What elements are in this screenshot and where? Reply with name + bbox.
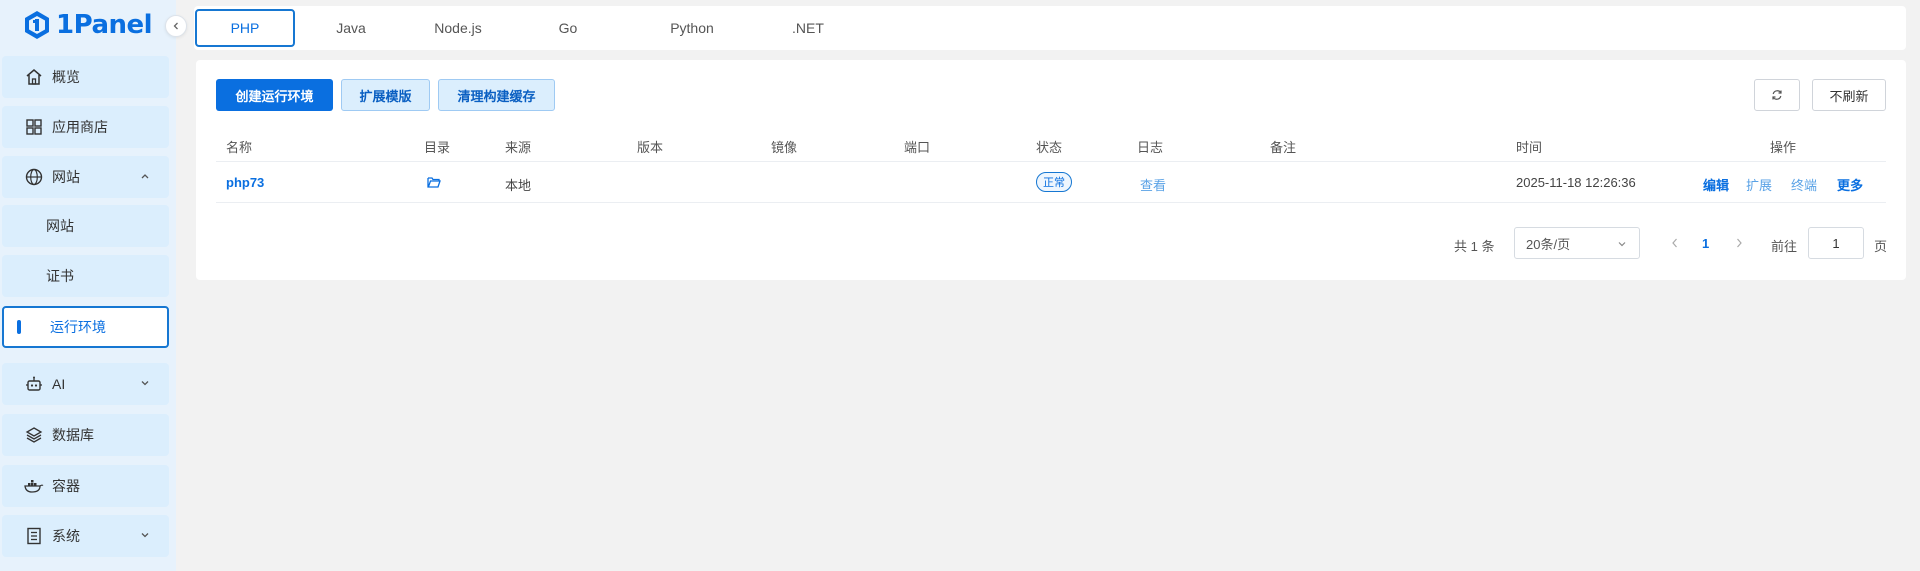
runtime-card: 创建运行环境 扩展模版 清理构建缓存 不刷新 名称 目录 来源 版本 镜像 端口… [196,60,1906,280]
sidebar-item-appstore[interactable]: 应用商店 [2,106,169,148]
runtime-tabs: PHP Java Node.js Go Python .NET [194,6,1906,50]
tab-label: Node.js [434,20,482,36]
total-suffix: 条 [1481,239,1495,254]
status-badge: 正常 [1036,172,1072,192]
logo-text: 1Panel [56,10,153,40]
chevron-down-icon [141,381,149,386]
sidebar-subitem-runtime[interactable]: 运行环境 [2,306,169,348]
auto-refresh-select[interactable]: 不刷新 [1812,79,1886,111]
chevron-down-icon [1618,242,1626,247]
system-icon [24,526,44,546]
runtime-source: 本地 [505,178,532,193]
sidebar-item-label: AI [52,376,66,392]
tab-dotnet[interactable]: .NET [768,9,848,47]
page-size-select[interactable]: 20条/页 [1514,227,1640,259]
col-name: 名称 [226,140,253,155]
sidebar-item-label: 系统 [52,528,80,544]
sidebar-item-container[interactable]: 容器 [2,465,169,507]
chevron-left-icon [173,22,178,30]
total-value: 1 [1470,239,1478,254]
col-directory: 目录 [424,140,451,155]
chevron-down-icon [141,533,149,538]
tab-nodejs[interactable]: Node.js [410,9,506,47]
prev-page-button[interactable] [1670,237,1680,269]
grid-icon [24,117,44,137]
goto-label: 前往 [1771,239,1798,254]
total-prefix: 共 [1454,239,1468,254]
tab-java[interactable]: Java [311,9,391,47]
page-size-value: 20条/页 [1526,236,1571,252]
sidebar-item-label: 概览 [52,69,80,85]
sidebar-subitem-label: 网站 [46,218,74,234]
more-action[interactable]: 更多 [1837,175,1863,194]
sidebar-item-label: 网站 [52,169,80,185]
chevron-up-icon [141,174,149,179]
total-count: 共 1 条 [1454,236,1495,268]
goto-page-input[interactable]: 1 [1808,227,1864,259]
sidebar-item-ai[interactable]: AI [2,363,169,405]
col-source: 来源 [505,140,532,155]
active-indicator [17,320,21,334]
chevron-right-icon [1737,238,1742,248]
terminal-action[interactable]: 终端 [1791,175,1817,194]
col-status: 状态 [1036,140,1063,155]
chevron-left-icon [1672,238,1677,248]
col-actions: 操作 [1770,140,1797,155]
extend-action[interactable]: 扩展 [1746,175,1772,194]
col-time: 时间 [1516,140,1543,155]
tab-label: Go [558,20,578,36]
extend-template-button[interactable]: 扩展模版 [341,79,430,111]
tab-label: PHP [230,20,260,36]
logo-icon [24,10,50,40]
docker-icon [24,476,44,496]
layers-icon [24,425,44,445]
page-suffix: 页 [1874,239,1888,254]
logo[interactable]: 1Panel [24,8,153,42]
tab-label: .NET [792,20,824,36]
clear-build-cache-button[interactable]: 清理构建缓存 [438,79,555,111]
globe-icon [24,167,44,187]
home-icon [24,67,44,87]
sidebar-item-database[interactable]: 数据库 [2,414,169,456]
sidebar-item-label: 应用商店 [52,119,108,135]
folder-open-icon[interactable] [427,176,441,192]
sidebar-item-label: 容器 [52,478,80,494]
table-row: php73 本地 正常 查看 2025-11-18 12:26:36 编辑 扩展… [216,163,1886,203]
tab-go[interactable]: Go [528,9,608,47]
collapse-sidebar-button[interactable] [165,15,187,37]
next-page-button[interactable] [1734,237,1744,269]
edit-action[interactable]: 编辑 [1703,175,1729,194]
tab-php[interactable]: PHP [195,9,295,47]
current-page[interactable]: 1 [1702,236,1709,268]
runtime-time: 2025-11-18 12:26:36 [1516,175,1636,190]
view-log-link[interactable]: 查看 [1140,175,1166,194]
col-log: 日志 [1137,140,1164,155]
refresh-icon [1772,90,1782,100]
refresh-button[interactable] [1754,79,1800,111]
tab-label: Java [336,20,366,36]
sidebar-subitem-website[interactable]: 网站 [2,205,169,247]
col-image: 镜像 [771,140,798,155]
table-header: 名称 目录 来源 版本 镜像 端口 状态 日志 备注 时间 操作 [216,128,1886,162]
col-port: 端口 [904,140,931,155]
sidebar-subitem-label: 运行环境 [50,319,106,335]
col-remark: 备注 [1270,140,1297,155]
sidebar-item-website[interactable]: 网站 [2,156,169,198]
sidebar-item-system[interactable]: 系统 [2,515,169,557]
sidebar-subitem-label: 证书 [46,268,74,284]
tab-python[interactable]: Python [642,9,742,47]
sidebar: 1Panel 概览 应用商店 网站 网站 证书 运行环境 AI 数据库 容器 系… [0,0,187,571]
col-version: 版本 [637,140,664,155]
create-runtime-button[interactable]: 创建运行环境 [216,79,333,111]
sidebar-item-label: 数据库 [52,427,94,443]
tab-label: Python [670,20,714,36]
robot-icon [24,374,44,394]
sidebar-subitem-certificate[interactable]: 证书 [2,255,169,297]
runtime-name-link[interactable]: php73 [226,175,264,190]
sidebar-item-overview[interactable]: 概览 [2,56,169,98]
